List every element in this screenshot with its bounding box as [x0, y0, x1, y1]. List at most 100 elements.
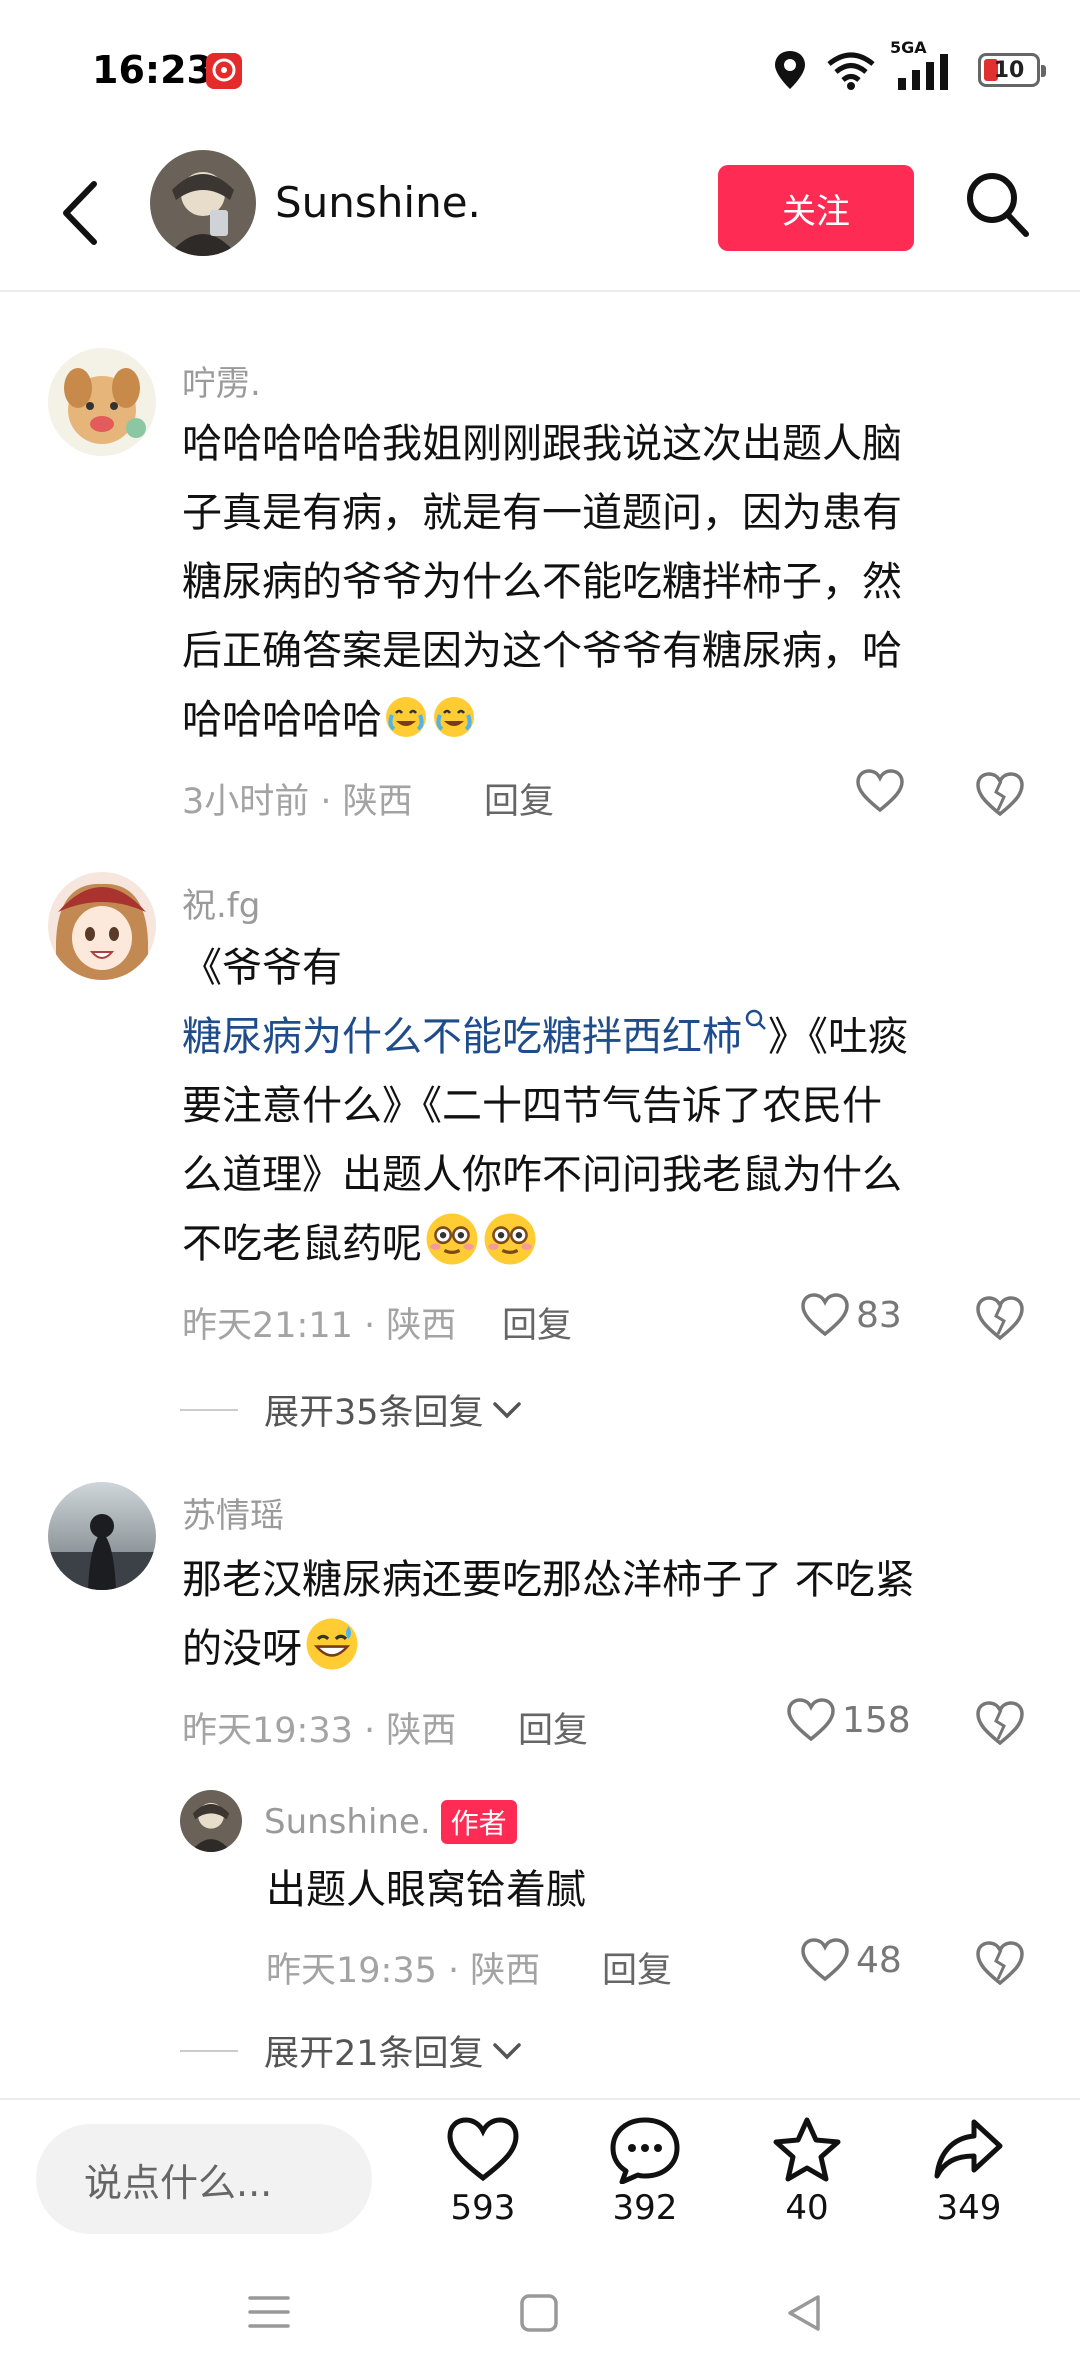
comment-nickname[interactable]: 咛雳. — [182, 356, 261, 405]
home-icon[interactable] — [518, 2292, 560, 2334]
heart-icon — [856, 769, 904, 813]
share-icon — [934, 2119, 1003, 2179]
comment-input[interactable]: 说点什么... — [36, 2124, 372, 2234]
star-icon — [773, 2117, 841, 2182]
author-name[interactable]: Sunshine. — [275, 178, 481, 227]
like-count: 83 — [856, 1294, 902, 1336]
dislike-icon[interactable] — [974, 1699, 1026, 1747]
back-icon[interactable] — [56, 178, 106, 248]
comment-text: 哈哈哈哈哈我姐刚刚跟我说这次出题人脑 子真是有病，就是有一道题问，因为患有 糖尿… — [182, 410, 1032, 755]
reply-button[interactable]: 回复 — [518, 1702, 588, 1753]
expand-replies-button[interactable]: 展开35条回复 — [180, 1384, 524, 1435]
battery-icon: 10 — [978, 53, 1046, 87]
like-action[interactable]: 593 — [423, 2116, 543, 2228]
commenter-avatar[interactable] — [48, 1482, 156, 1590]
like-count: 158 — [842, 1699, 911, 1741]
comment-line: 《爷爷有 — [182, 945, 342, 991]
like-button[interactable]: 158 — [786, 1697, 911, 1743]
reply-avatar[interactable] — [180, 1790, 242, 1852]
search-icon — [745, 1009, 766, 1030]
reply-button[interactable]: 回复 — [502, 1297, 572, 1348]
signal-icon: 5GA — [890, 38, 960, 92]
expand-replies-button[interactable]: 展开21条回复 — [180, 2025, 524, 2076]
wifi-icon — [827, 52, 875, 90]
header: Sunshine. 关注 — [0, 140, 1080, 292]
heart-icon — [801, 1938, 849, 1982]
heart-icon — [801, 1293, 849, 1337]
commenter-avatar[interactable] — [48, 872, 156, 980]
comment-nickname[interactable]: 苏情瑶 — [182, 1488, 284, 1537]
comment-line: 后正确答案是因为这个爷爷有糖尿病，哈 — [182, 628, 902, 674]
comment-line: 子真是有病，就是有一道题问，因为患有 — [182, 490, 902, 536]
commenter-avatar[interactable] — [48, 348, 156, 456]
back-nav-icon[interactable] — [784, 2292, 824, 2334]
favorite-action[interactable]: 40 — [747, 2116, 867, 2228]
like-count: 593 — [450, 2188, 516, 2228]
share-count: 349 — [936, 2188, 1002, 2228]
follow-button[interactable]: 关注 — [718, 165, 914, 251]
comment-line: 哈哈哈哈哈我姐刚刚跟我说这次出题人脑 — [182, 421, 902, 467]
reply-nickname[interactable]: Sunshine. — [264, 1802, 431, 1842]
chevron-down-icon — [492, 1401, 521, 1418]
comment-time-location: 昨天21:11 · 陕西 — [182, 1306, 457, 1346]
app-notification-icon — [206, 53, 242, 89]
reply-button[interactable]: 回复 — [484, 773, 554, 824]
heart-icon — [447, 2117, 519, 2182]
comment-text: 《爷爷有 糖尿病为什么不能吃糖拌西红柿 》《吐痰 要注意什么》《二十四节气告诉了农… — [182, 934, 1042, 1279]
comment-line: 那老汉糖尿病还要吃那怂洋柿子了 不吃紧 — [182, 1557, 915, 1603]
cry-laugh-emoji-icon — [434, 697, 474, 737]
comment-line-text: 的没呀 — [182, 1626, 302, 1672]
comment-time-location: 3小时前 · 陕西 — [182, 782, 413, 822]
expand-replies-label: 展开35条回复 — [264, 1393, 484, 1433]
comment-line: 么道理》出题人你咋不问问我老鼠为什么 — [182, 1152, 902, 1198]
status-bar: 16:23 5GA 10 — [0, 0, 1080, 140]
location-icon — [775, 51, 805, 89]
chevron-down-icon — [492, 2042, 521, 2059]
like-button[interactable]: 48 — [800, 1937, 902, 1983]
reply-button[interactable]: 回复 — [602, 1942, 672, 1993]
comment-text: 那老汉糖尿病还要吃那怂洋柿子了 不吃紧 的没呀 — [182, 1546, 1042, 1684]
expand-replies-label: 展开21条回复 — [264, 2034, 484, 2074]
comment-time-location: 昨天19:33 · 陕西 — [182, 1711, 457, 1751]
favorite-count: 40 — [785, 2188, 829, 2228]
search-icon[interactable] — [962, 168, 1032, 240]
comment-line: 的没呀 — [182, 1615, 1042, 1684]
comment-line: 要注意什么》《二十四节气告诉了农民什 — [182, 1083, 882, 1129]
divider — [180, 1408, 238, 1411]
comment-nickname[interactable]: 祝.fg — [182, 878, 260, 927]
reply-text: 出题人眼窝铪着腻 — [266, 1867, 586, 1913]
dazed-emoji-icon — [426, 1213, 478, 1265]
menu-icon[interactable] — [246, 2292, 292, 2332]
like-button[interactable] — [855, 768, 911, 814]
comment-line-text: 》《吐痰 — [768, 1014, 908, 1060]
share-action[interactable]: 349 — [909, 2116, 1029, 2228]
comment-line-text: 哈哈哈哈哈 — [182, 697, 382, 743]
comment-count: 392 — [612, 2188, 678, 2228]
status-time: 16:23 — [92, 48, 213, 92]
divider — [180, 2049, 238, 2052]
dislike-icon[interactable] — [974, 1294, 1026, 1342]
battery-level: 10 — [993, 57, 1025, 83]
like-button[interactable]: 83 — [800, 1292, 902, 1338]
grin-sweat-emoji-icon — [306, 1618, 358, 1670]
heart-icon — [787, 1698, 835, 1742]
comment-line: 糖尿病的爷爷为什么不能吃糖拌柿子，然 — [182, 559, 902, 605]
author-badge: 作者 — [440, 1800, 517, 1844]
search-link-text: 糖尿病为什么不能吃糖拌西红柿 — [182, 1014, 742, 1060]
comment-line: 糖尿病为什么不能吃糖拌西红柿 》《吐痰 — [182, 1003, 1042, 1072]
comment-line: 不吃老鼠药呢 — [182, 1210, 1042, 1279]
reply-time-location: 昨天19:35 · 陕西 — [266, 1951, 541, 1991]
cry-laugh-emoji-icon — [386, 697, 426, 737]
status-icons: 5GA 10 — [772, 38, 1046, 92]
like-count: 48 — [856, 1939, 902, 1981]
comment-line-text: 不吃老鼠药呢 — [182, 1221, 422, 1267]
reply-header: Sunshine. 作者 — [264, 1800, 517, 1844]
dislike-icon[interactable] — [974, 770, 1026, 818]
comment-bubble-icon — [610, 2117, 680, 2184]
search-link[interactable]: 糖尿病为什么不能吃糖拌西红柿 — [182, 1009, 768, 1060]
dazed-emoji-icon — [484, 1213, 536, 1265]
comment-action[interactable]: 392 — [585, 2116, 705, 2228]
dislike-icon[interactable] — [974, 1939, 1026, 1987]
comment-line: 哈哈哈哈哈 — [182, 686, 1032, 755]
author-avatar[interactable] — [150, 150, 256, 256]
